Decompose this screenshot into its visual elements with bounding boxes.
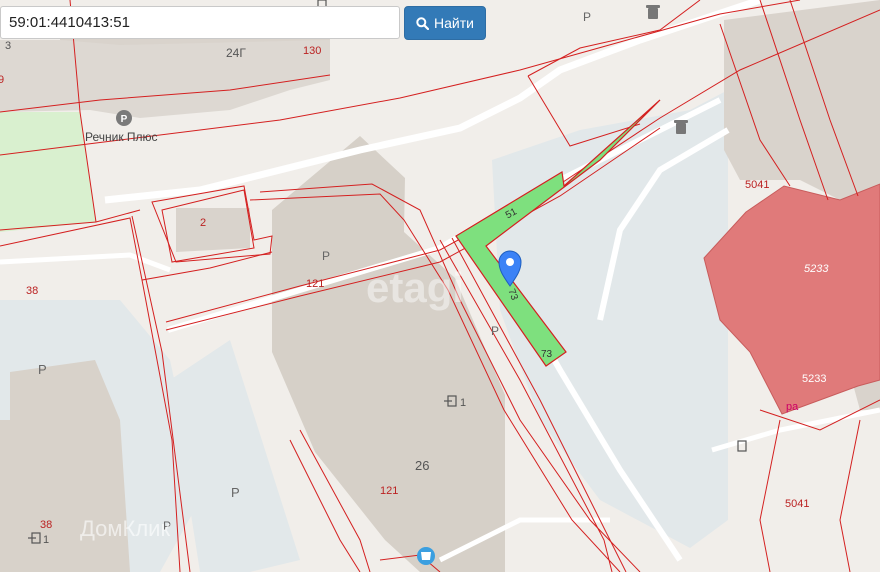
parcel-number: 121 (306, 278, 324, 290)
trash-icon (674, 120, 688, 134)
parcel-number: 5041 (785, 498, 809, 510)
house-number: 24Г (226, 46, 246, 60)
building (724, 0, 880, 200)
partial-label: 3 (5, 40, 11, 52)
parking-label: P (583, 10, 591, 24)
poi-icon[interactable]: P (116, 110, 132, 126)
parcel-number: 5233 (804, 263, 829, 275)
map-canvas[interactable]: P Речник Плюс 24Г 26 2 1 1 130 121 121 3… (0, 0, 880, 572)
poi-label: Речник Плюс (85, 130, 158, 144)
partial-label: 9 (0, 74, 4, 86)
house-number: 26 (415, 458, 429, 473)
parcel-number: 38 (40, 519, 52, 531)
building (176, 208, 250, 252)
parcel-number: 5233 (802, 373, 826, 385)
parking-label: P (491, 324, 499, 338)
parking-label: P (38, 362, 47, 377)
parking-label: P (322, 249, 330, 263)
search-button-label: Найти (434, 15, 474, 31)
parcel-number: 130 (303, 45, 321, 57)
trash-icon (646, 5, 660, 19)
cadastral-search-input[interactable] (0, 6, 400, 39)
edge-length: 73 (541, 349, 553, 360)
house-number: 2 (200, 217, 206, 229)
watermark: ДомКлик (80, 516, 170, 541)
watermark: etagi (366, 264, 464, 311)
house-number: 1 (43, 534, 49, 546)
partial-label: ра (786, 401, 799, 413)
parcel-number: 5041 (745, 179, 769, 191)
search-icon (416, 16, 430, 30)
parking-label: P (231, 485, 240, 500)
house-number: 1 (460, 397, 466, 409)
svg-text:P: P (121, 114, 128, 125)
lawn-area (0, 112, 96, 232)
search-button[interactable]: Найти (404, 6, 486, 40)
parcel-number: 38 (26, 285, 38, 297)
shop-icon[interactable] (417, 547, 435, 565)
parcel-number: 121 (380, 485, 398, 497)
